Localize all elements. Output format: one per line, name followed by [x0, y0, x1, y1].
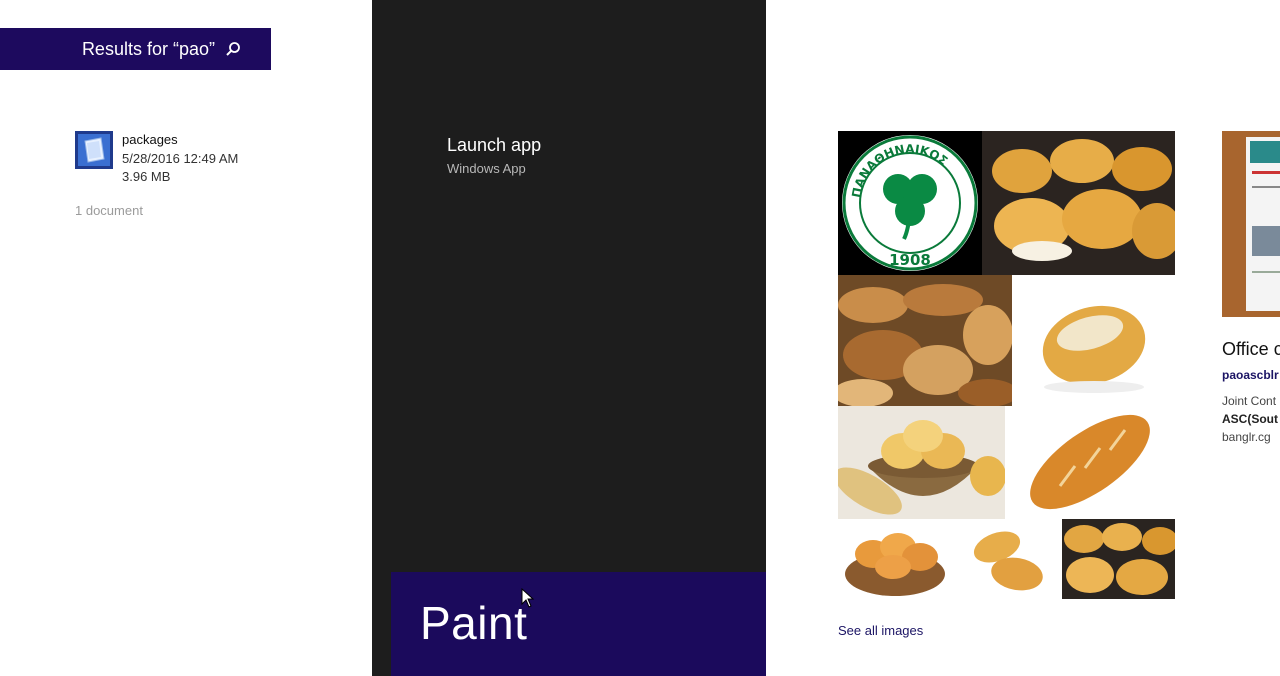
- web-result-desc-line1: Joint Cont: [1222, 394, 1277, 408]
- logo-year: 1908: [889, 251, 931, 269]
- search-results-header[interactable]: Results for “pao”: [0, 28, 271, 70]
- file-name: packages: [122, 132, 178, 147]
- image-result-bread-roll[interactable]: [1012, 275, 1175, 406]
- image-result-rolls-bowl[interactable]: [838, 519, 952, 599]
- web-result-title[interactable]: Office c: [1222, 339, 1280, 360]
- launch-app-action[interactable]: Launch app: [447, 135, 541, 156]
- file-date: 5/28/2016 12:49 AM: [122, 150, 239, 166]
- file-result-item[interactable]: packages 5/28/2016 12:49 AM 3.96 MB: [75, 131, 238, 187]
- launch-app-subtitle: Windows App: [447, 161, 526, 176]
- web-result-description: Joint Cont ASC(Sout banglr.cg: [1222, 392, 1278, 446]
- paint-app-tile[interactable]: Paint: [391, 572, 766, 676]
- web-result-thumbnail[interactable]: [1222, 131, 1280, 317]
- document-count[interactable]: 1 document: [75, 203, 143, 218]
- image-result-logo[interactable]: ΠΑΝΑΘΗΝΑΙΚΟΣ 1908: [838, 131, 982, 275]
- image-result-bread-basket[interactable]: [838, 406, 1005, 519]
- document-icon: [75, 131, 113, 169]
- image-result-bread-tray[interactable]: [982, 131, 1175, 275]
- web-result-card[interactable]: Office c paoascblr Joint Cont ASC(Sout b…: [1222, 131, 1280, 451]
- mouse-cursor-icon: [521, 587, 535, 608]
- image-result-rolls-tray[interactable]: [1062, 519, 1175, 599]
- search-results-title: Results for “pao”: [81, 38, 215, 59]
- see-all-images-link[interactable]: See all images: [838, 623, 923, 638]
- file-size: 3.96 MB: [122, 169, 171, 184]
- image-results-grid: ΠΑΝΑΘΗΝΑΙΚΟΣ 1908: [838, 131, 1175, 599]
- app-tile-name: Paint: [420, 597, 528, 649]
- web-result-link[interactable]: paoascblr: [1222, 368, 1279, 382]
- search-icon[interactable]: [225, 41, 241, 57]
- image-result-two-rolls[interactable]: [952, 519, 1062, 599]
- web-result-desc-line3: banglr.cg: [1222, 430, 1271, 444]
- web-result-desc-line2: ASC(Sout: [1222, 412, 1278, 426]
- image-result-baguette[interactable]: [1005, 406, 1175, 519]
- image-result-bread-assortment[interactable]: [838, 275, 1012, 406]
